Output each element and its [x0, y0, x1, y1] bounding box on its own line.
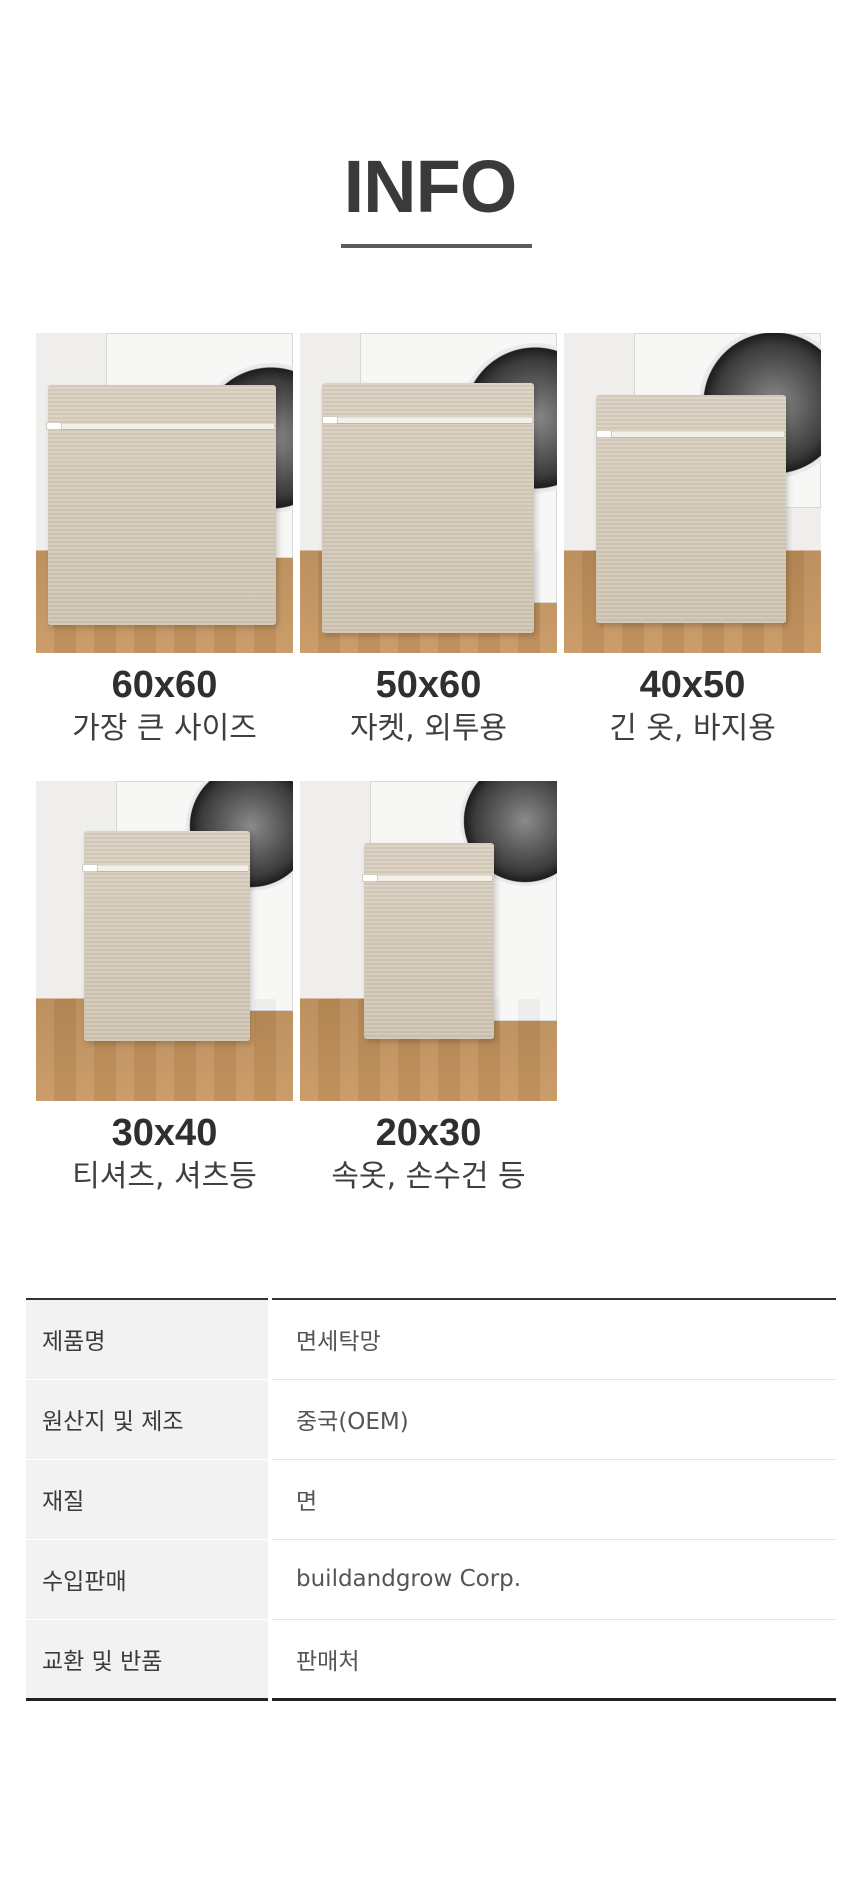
info-heading: INFO: [0, 150, 860, 224]
product-card: 50x60 자켓, 외투용: [300, 333, 557, 749]
table-row: 수입판매 buildandgrow Corp.: [26, 1539, 836, 1620]
size-label: 20x30: [375, 1112, 482, 1154]
spec-label: 원산지 및 제조: [26, 1379, 270, 1460]
spec-value: 중국(OEM): [268, 1379, 836, 1460]
size-label: 50x60: [375, 664, 482, 706]
table-row: 재질 면: [26, 1459, 836, 1540]
title-underline: [341, 244, 532, 248]
spec-value: buildandgrow Corp.: [268, 1539, 836, 1620]
product-spec-table: 제품명 면세탁망 원산지 및 제조 중국(OEM) 재질 면 수입판매 buil…: [26, 1298, 836, 1701]
product-photo: [36, 333, 293, 653]
spec-value: 면: [268, 1459, 836, 1540]
size-label: 30x40: [111, 1112, 218, 1154]
product-card: 20x30 속옷, 손수건 등: [300, 781, 557, 1197]
product-card: 40x50 긴 옷, 바지용: [564, 333, 821, 749]
product-photo: [300, 781, 557, 1101]
table-row: 제품명 면세탁망: [26, 1299, 836, 1380]
product-card: 30x40 티셔츠, 셔츠등: [36, 781, 293, 1197]
spec-label: 재질: [26, 1459, 270, 1540]
spec-label: 수입판매: [26, 1539, 270, 1620]
product-card: 60x60 가장 큰 사이즈: [36, 333, 293, 749]
laundry-bag: [48, 385, 276, 625]
spec-label: 교환 및 반품: [26, 1619, 270, 1699]
table-row: 원산지 및 제조 중국(OEM): [26, 1379, 836, 1460]
spec-value: 판매처: [268, 1619, 836, 1699]
laundry-bag: [84, 831, 250, 1041]
table-row: 교환 및 반품 판매처: [26, 1619, 836, 1699]
product-photo: [300, 333, 557, 653]
spec-value: 면세탁망: [268, 1299, 836, 1380]
product-photo: [564, 333, 821, 653]
page-title: INFO: [343, 145, 518, 228]
laundry-bag: [596, 395, 786, 623]
size-label: 40x50: [639, 664, 746, 706]
use-label: 티셔츠, 셔츠등: [72, 1159, 257, 1194]
spec-label: 제품명: [26, 1299, 270, 1380]
laundry-bag: [364, 843, 494, 1039]
product-photo: [36, 781, 293, 1101]
use-label: 자켓, 외투용: [349, 711, 508, 746]
use-label: 속옷, 손수건 등: [331, 1159, 526, 1194]
use-label: 가장 큰 사이즈: [72, 711, 257, 746]
use-label: 긴 옷, 바지용: [609, 711, 776, 746]
size-label: 60x60: [111, 664, 218, 706]
